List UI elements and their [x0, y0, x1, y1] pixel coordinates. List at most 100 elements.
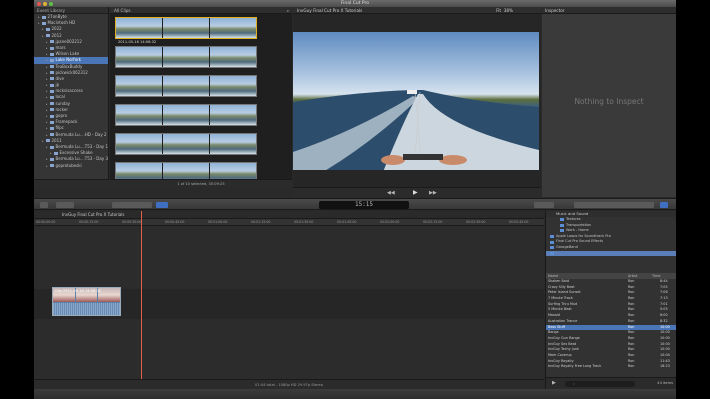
music-source-item[interactable]: [546, 250, 676, 257]
ruler-tick-label: 00:01:45:00: [337, 220, 357, 224]
play-button[interactable]: ▶: [413, 189, 418, 196]
library-item[interactable]: ▸ Bermuda Lu....HD - Day 2: [34, 132, 108, 138]
browser-header: All Clips ⌕: [110, 7, 292, 14]
event-star-icon: [46, 27, 50, 31]
ruler-tick-label: 00:00:00:00: [36, 220, 56, 224]
event-star-icon: [50, 52, 54, 56]
filmstrip-frame: [163, 134, 209, 154]
song-artist: Ron: [628, 364, 635, 369]
event-star-icon: [50, 58, 54, 62]
close-window-icon[interactable]: [37, 1, 41, 6]
select-tool-button[interactable]: [156, 202, 168, 208]
filmstrip-frame: [210, 18, 256, 38]
event-star-icon: [50, 114, 54, 118]
ruler-tick-label: 00:00:45:00: [165, 220, 185, 224]
event-browser: All Clips ⌕ 2011-05-16 14:06:32 1 of 10 …: [110, 7, 292, 187]
event-star-icon: [50, 83, 54, 87]
media-browser-buttons[interactable]: [534, 202, 554, 208]
filmstrip-frame: [163, 18, 209, 38]
clip-filmstrip[interactable]: [115, 104, 257, 126]
folder-icon: [550, 246, 554, 250]
event-star-icon: [50, 71, 54, 75]
disclosure-triangle-icon[interactable]: ▸: [46, 163, 49, 169]
folder-icon: [550, 235, 554, 239]
event-star-icon: [50, 108, 54, 112]
inspector-button[interactable]: [660, 202, 668, 208]
library-item-label: goprotubeski: [55, 162, 82, 168]
filmstrip-frame: [210, 105, 256, 125]
viewer: InvGuy Final Cut Pro X Tutorials Fit 38%…: [293, 7, 541, 197]
event-star-icon: [50, 46, 54, 50]
disclosure-triangle-icon[interactable]: ▸: [38, 20, 41, 26]
audio-waveform: [53, 303, 120, 315]
ruler-tick-label: 00:02:15:00: [423, 220, 443, 224]
timeline-footer: 01:04 total - 1080p HD 29.97p Stereo: [34, 379, 544, 389]
disclosure-triangle-icon[interactable]: ▸: [42, 138, 45, 144]
event-library: Event Library ▸ 27onByte ▸ Macintosh HD ▸ 202…: [34, 7, 109, 187]
edit-tools[interactable]: [112, 202, 152, 208]
event-star-icon: [46, 34, 50, 38]
event-star-icon: [50, 77, 54, 81]
zoom-window-icon[interactable]: [49, 1, 53, 6]
viewer-controls: ◀◀ ▶ ▶▶: [293, 187, 541, 197]
filmstrip-frame: [163, 105, 209, 125]
play-back-icon[interactable]: ◀◀: [387, 190, 395, 196]
event-star-icon: [50, 89, 54, 93]
event-library-footer: [34, 179, 109, 187]
event-star-icon: [50, 126, 54, 130]
song-time: 18:23: [660, 364, 670, 369]
filmstrip-frame: [116, 105, 162, 125]
filmstrip-frame: [116, 47, 162, 67]
music-search-input[interactable]: ⌕: [565, 381, 635, 387]
event-star-icon: [50, 145, 54, 149]
wake-illustration: [293, 90, 539, 170]
import-button[interactable]: [40, 202, 48, 208]
minimize-window-icon[interactable]: [43, 1, 47, 6]
filmstrip-frame: [163, 47, 209, 67]
timeline-clip[interactable]: Clip 2011-05-16 14:06:32: [52, 287, 121, 316]
main-toolbar: 15:15: [34, 198, 676, 210]
filmstrip-frame: [163, 76, 209, 96]
ruler-tick-label: 00:02:30:00: [466, 220, 486, 224]
clip-filmstrip[interactable]: [115, 17, 257, 39]
song-name: InvGuy Royalty Free Long Track: [548, 364, 602, 369]
browser-footer: 1 of 10 selected, 35:09:25: [110, 179, 292, 187]
ruler-tick-label: 00:02:00:00: [380, 220, 400, 224]
filmstrip-frame: [210, 47, 256, 67]
disclosure-triangle-icon[interactable]: ▸: [50, 150, 53, 156]
timeline: InvGuy Final Cut Pro X Tutorials 00:00:0…: [34, 211, 544, 389]
filmstrip-frame: [210, 76, 256, 96]
song-list: Shaken Bold Ron 8:44 Crazy Silly Beat Ron 7:0…: [546, 279, 676, 370]
disclosure-triangle-icon[interactable]: ▸: [42, 33, 45, 39]
clip-label: Clip 2011-05-16 14:06:32: [55, 289, 102, 293]
event-library-list: ▸ 27onByte ▸ Macintosh HD ▸ 2022 ▸ 2012 ▸ jpane00…: [34, 14, 108, 169]
clip-filmstrip[interactable]: [115, 75, 257, 97]
effects-buttons[interactable]: [574, 202, 654, 208]
song-row[interactable]: InvGuy Royalty Free Long Track Ron 18:23: [546, 364, 676, 370]
event-star-icon: [50, 164, 54, 168]
disclosure-triangle-icon[interactable]: ▸: [46, 132, 49, 138]
music-source-label: GarageBand: [556, 244, 578, 249]
playhead[interactable]: [141, 211, 142, 389]
clip-filmstrip[interactable]: [115, 46, 257, 68]
inspector-header: Inspector: [542, 7, 676, 14]
event-star-icon: [50, 96, 54, 100]
keyword-button[interactable]: [56, 202, 74, 208]
event-star-icon: [50, 40, 54, 44]
ruler-tick-label: 00:01:00:00: [208, 220, 228, 224]
timeline-ruler: 00:00:00:00 00:00:15:00 00:00:30:00 00:00:4…: [34, 219, 544, 226]
window-title: Final Cut Pro: [340, 1, 370, 6]
clip-filmstrip[interactable]: [115, 133, 257, 155]
ruler-tick-label: 00:00:30:00: [122, 220, 142, 224]
play-forward-icon[interactable]: ▶▶: [429, 190, 437, 196]
viewer-zoom[interactable]: 38%: [504, 7, 513, 14]
event-star-icon: [50, 120, 54, 124]
browser-filter[interactable]: All Clips: [114, 8, 131, 13]
filmstrip-frame: [116, 76, 162, 96]
viewer-fit[interactable]: Fit: [496, 7, 501, 14]
event-star-icon: [50, 65, 54, 69]
search-icon[interactable]: ⌕: [287, 7, 289, 14]
disclosure-triangle-icon[interactable]: ▸: [46, 144, 49, 150]
library-item[interactable]: ▸ goprotubeski: [34, 163, 108, 169]
play-preview-icon[interactable]: ▶: [552, 380, 556, 386]
